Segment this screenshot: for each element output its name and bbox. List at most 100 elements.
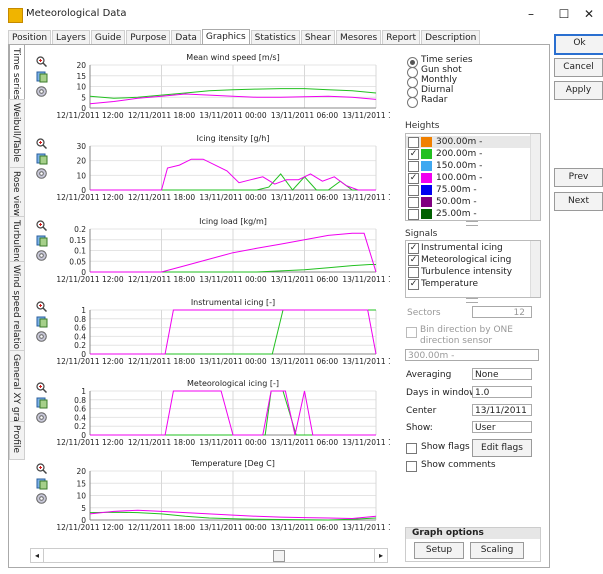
signal-row[interactable]: ✓ Instrumental icing <box>406 242 530 254</box>
height-checkbox[interactable] <box>408 209 419 220</box>
vtab-profile[interactable]: Profile <box>9 421 25 460</box>
vtab-label: Wind speed relations <box>11 265 21 360</box>
vtab-general-xy-graph[interactable]: General XY graph <box>9 350 25 433</box>
averaging-select[interactable]: None <box>472 368 532 380</box>
scaling-button[interactable]: Scaling <box>470 542 524 559</box>
scroll-thumb[interactable] <box>273 550 285 562</box>
height-row[interactable]: 25.00m - <box>406 208 530 220</box>
ok-button[interactable]: Ok <box>554 34 603 55</box>
y-tick-label: 0.1 <box>74 247 86 256</box>
signal-row[interactable]: ✓ Temperature <box>406 278 530 290</box>
signal-checkbox[interactable]: ✓ <box>408 279 419 290</box>
height-checkbox[interactable]: ✓ <box>408 149 419 160</box>
sectors-label: Sectors <box>407 308 441 318</box>
vtab-weibull-table[interactable]: Weibull/Table <box>9 99 25 168</box>
maximize-button[interactable]: ☐ <box>550 4 578 24</box>
zoom-icon[interactable] <box>36 382 48 394</box>
vtab-wind-speed-relations[interactable]: Wind speed relations <box>9 261 25 360</box>
y-tick-label: 5 <box>81 504 86 513</box>
copy-chart-icon[interactable] <box>36 235 48 247</box>
signal-checkbox[interactable]: ✓ <box>408 243 419 254</box>
height-checkbox[interactable] <box>408 185 419 196</box>
radio-radar[interactable] <box>407 97 418 108</box>
tab-statistics[interactable]: Statistics <box>250 30 300 45</box>
settings-icon[interactable] <box>36 250 47 261</box>
zoom-icon[interactable] <box>36 301 48 313</box>
show-flags-label: Show flags <box>421 442 470 452</box>
height-row[interactable]: ✓ 200.00m - <box>406 148 530 160</box>
tab-shear[interactable]: Shear <box>300 30 335 45</box>
tab-data[interactable]: Data <box>171 30 201 45</box>
signals-scrollbar[interactable] <box>530 241 540 297</box>
height-checkbox[interactable] <box>408 197 419 208</box>
height-row[interactable]: 75.00m - <box>406 184 530 196</box>
settings-icon[interactable] <box>36 412 47 423</box>
signal-row[interactable]: Turbulence intensity <box>406 266 530 278</box>
vtab-time-series[interactable]: Time series <box>9 44 25 100</box>
cancel-button[interactable]: Cancel <box>554 58 603 77</box>
graph-type-group: Time series Gun shot Monthly Diurnal Radar <box>405 54 540 116</box>
settings-icon[interactable] <box>36 331 47 342</box>
height-row[interactable]: 150.00m - <box>406 160 530 172</box>
show-select[interactable]: User <box>472 421 532 433</box>
x-tick-label: 12/11/2011 18:00 <box>128 357 195 366</box>
height-row[interactable]: 50.00m - <box>406 196 530 208</box>
copy-chart-icon[interactable] <box>36 153 48 165</box>
heights-scrollbar[interactable] <box>530 134 540 220</box>
signal-checkbox[interactable]: ✓ <box>408 255 419 266</box>
tab-report[interactable]: Report <box>382 30 421 45</box>
tab-purpose[interactable]: Purpose <box>126 30 171 45</box>
setup-button[interactable]: Setup <box>414 542 464 559</box>
height-checkbox[interactable]: ✓ <box>408 173 419 184</box>
apply-button[interactable]: Apply <box>554 81 603 100</box>
tab-guide[interactable]: Guide <box>90 30 126 45</box>
x-tick-label: 13/11/2011 00:00 <box>199 438 266 447</box>
height-row[interactable]: ✓ 100.00m - <box>406 172 530 184</box>
show-comments-checkbox[interactable] <box>406 461 417 472</box>
zoom-icon[interactable] <box>36 220 48 232</box>
scroll-right-icon[interactable]: ▸ <box>374 549 387 562</box>
edit-flags-button[interactable]: Edit flags <box>472 439 532 457</box>
scroll-left-icon[interactable]: ◂ <box>31 549 44 562</box>
days-in-window-input[interactable]: 1.0 <box>472 386 532 398</box>
x-tick-label: 12/11/2011 18:00 <box>128 275 195 284</box>
splitter-grip[interactable] <box>466 221 478 226</box>
minimize-button[interactable]: – <box>517 4 545 24</box>
signal-row[interactable]: ✓ Meteorological icing <box>406 254 530 266</box>
x-tick-label: 12/11/2011 12:00 <box>56 193 123 202</box>
y-tick-label: 10 <box>76 171 86 180</box>
height-row[interactable]: 300.00m - <box>406 136 530 148</box>
bin-direction-select[interactable]: 300.00m - <box>405 349 539 361</box>
vtab-rose-view[interactable]: Rose view <box>9 167 25 217</box>
close-button[interactable]: ✕ <box>575 4 603 24</box>
settings-icon[interactable] <box>36 168 47 179</box>
tab-description[interactable]: Description <box>421 30 481 45</box>
copy-chart-icon[interactable] <box>36 478 48 490</box>
zoom-icon[interactable] <box>36 463 48 475</box>
zoom-icon[interactable] <box>36 138 48 150</box>
tab-position[interactable]: Position <box>8 30 52 45</box>
zoom-icon[interactable] <box>36 56 48 68</box>
next-button[interactable]: Next <box>554 192 603 211</box>
color-swatch <box>421 149 432 159</box>
chart-title: Icing load [kg/m] <box>199 217 267 226</box>
settings-icon[interactable] <box>36 493 47 504</box>
show-flags-checkbox[interactable] <box>406 443 417 454</box>
copy-chart-icon[interactable] <box>36 71 48 83</box>
x-tick-label: 13/11/2011 00:00 <box>199 111 266 120</box>
settings-icon[interactable] <box>36 86 47 97</box>
height-checkbox[interactable] <box>408 161 419 172</box>
copy-chart-icon[interactable] <box>36 397 48 409</box>
center-date-picker[interactable]: 13/11/2011 <box>472 404 532 416</box>
vtab-turbulence[interactable]: Turbulence <box>9 216 25 269</box>
horizontal-scrollbar[interactable]: ◂ ▸ <box>30 548 388 563</box>
signal-checkbox[interactable] <box>408 267 419 278</box>
splitter-grip-2[interactable] <box>466 298 478 303</box>
sectors-input[interactable]: 12 <box>472 306 532 318</box>
tab-layers[interactable]: Layers <box>52 30 90 45</box>
copy-chart-icon[interactable] <box>36 316 48 328</box>
prev-button[interactable]: Prev <box>554 168 603 187</box>
height-checkbox[interactable] <box>408 137 419 148</box>
tab-mesores[interactable]: Mesores <box>335 30 382 45</box>
bin-direction-checkbox[interactable] <box>406 327 417 338</box>
